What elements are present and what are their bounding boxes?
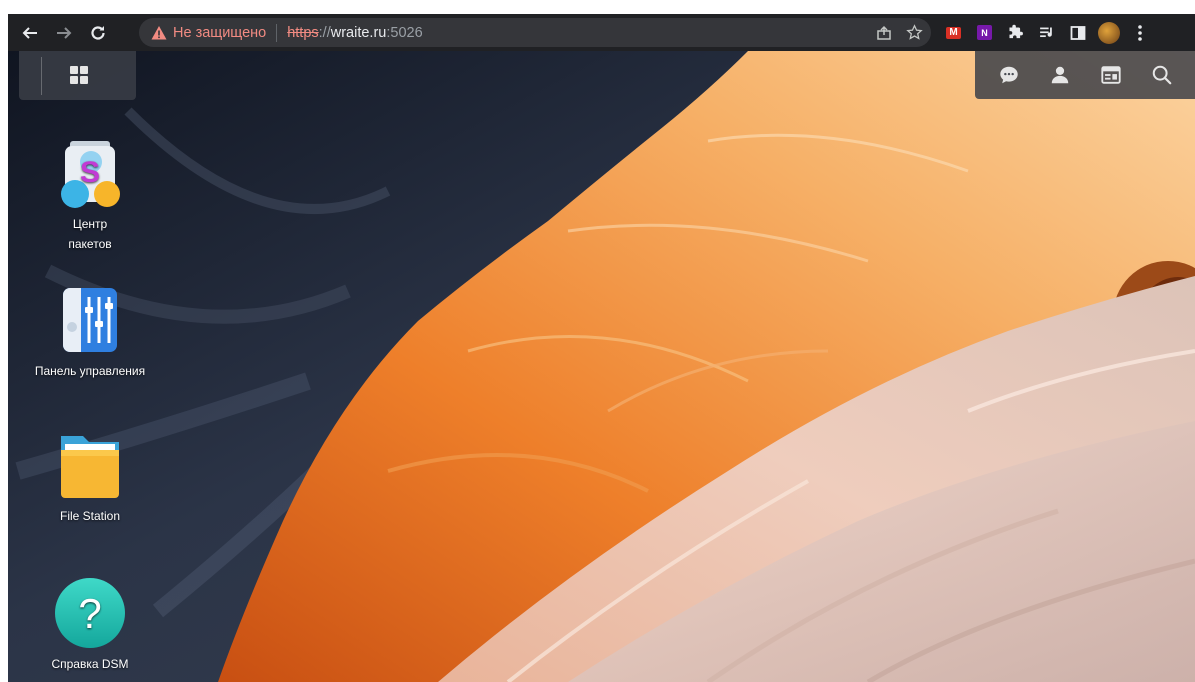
top-strip: [0, 0, 1195, 14]
forward-button[interactable]: [50, 19, 78, 47]
taskbar-divider: [41, 57, 42, 95]
address-separator: [276, 23, 278, 42]
desktop-shortcut-control-panel[interactable]: Панель управления: [10, 283, 170, 381]
desktop-shortcut-dsm-help[interactable]: ? Справка DSM: [10, 576, 170, 674]
reading-list-icon: [1040, 27, 1052, 38]
desktop-shortcut-package-center[interactable]: S Центр пакетов: [10, 136, 170, 254]
url-port: :5026: [386, 24, 423, 41]
search-button[interactable]: [1149, 62, 1175, 88]
dsm-desktop[interactable]: S Центр пакетов Панель управления File S…: [8, 51, 1195, 682]
dsm-taskbar-left: [19, 51, 136, 100]
user-icon: [1051, 66, 1068, 84]
svg-text:S: S: [80, 156, 100, 189]
chat-button[interactable]: [996, 62, 1022, 88]
reading-list-button[interactable]: [1031, 14, 1062, 51]
reload-icon: [91, 25, 105, 40]
package-center-icon: S: [53, 136, 127, 210]
address-bar[interactable]: Не защищено https://wraite.ru:5026: [139, 18, 931, 47]
onenote-extension-button[interactable]: N: [969, 14, 1000, 51]
reload-button[interactable]: [84, 19, 112, 47]
help-question-icon: ?: [53, 576, 127, 650]
package-center-label-line2: пакетов: [68, 237, 112, 251]
control-panel-label: Панель управления: [34, 364, 146, 378]
side-panel-button[interactable]: [1062, 14, 1093, 51]
extensions-button[interactable]: [1000, 14, 1031, 51]
package-center-label-line1: Центр: [72, 217, 108, 231]
svg-text:?: ?: [78, 590, 101, 637]
security-status-text[interactable]: Не защищено: [173, 25, 266, 41]
extensions-area: M N: [938, 14, 1155, 51]
dsm-help-label: Справка DSM: [51, 657, 129, 671]
gmail-extension-button[interactable]: M: [938, 14, 969, 51]
url-scheme: https: [287, 24, 319, 41]
chat-bubble-icon: [999, 66, 1018, 84]
widgets-icon: [1100, 66, 1121, 84]
control-panel-icon: [53, 283, 127, 357]
kebab-menu-icon: [1137, 24, 1142, 41]
side-panel-icon: [1070, 25, 1085, 40]
gmail-extension-icon: M: [946, 26, 961, 39]
puzzle-extensions-icon: [1009, 24, 1023, 39]
bookmark-star-icon[interactable]: [906, 24, 923, 41]
warning-triangle-icon: [151, 25, 167, 39]
url-host: wraite.ru: [330, 24, 387, 41]
browser-toolbar: Не защищено https://wraite.ru:5026 M N: [8, 14, 1195, 51]
widgets-button[interactable]: [1098, 62, 1124, 88]
url-scheme-separator: ://: [318, 24, 331, 41]
onenote-extension-icon: N: [977, 25, 992, 40]
file-station-label: File Station: [59, 509, 121, 523]
dsm-taskbar-right: [975, 51, 1195, 99]
search-icon: [1152, 65, 1171, 85]
folder-icon: [53, 428, 127, 502]
arrow-left-icon: [22, 26, 37, 39]
arrow-right-icon: [57, 26, 72, 39]
profile-avatar: [1097, 21, 1120, 44]
canyon-wallpaper: [8, 51, 1195, 682]
browser-menu-button[interactable]: [1124, 14, 1155, 51]
share-icon[interactable]: [876, 25, 892, 41]
back-button[interactable]: [16, 19, 44, 47]
user-button[interactable]: [1047, 62, 1073, 88]
profile-button[interactable]: [1093, 14, 1124, 51]
grid-menu-icon[interactable]: [67, 63, 91, 87]
desktop-shortcut-file-station[interactable]: File Station: [10, 428, 170, 526]
